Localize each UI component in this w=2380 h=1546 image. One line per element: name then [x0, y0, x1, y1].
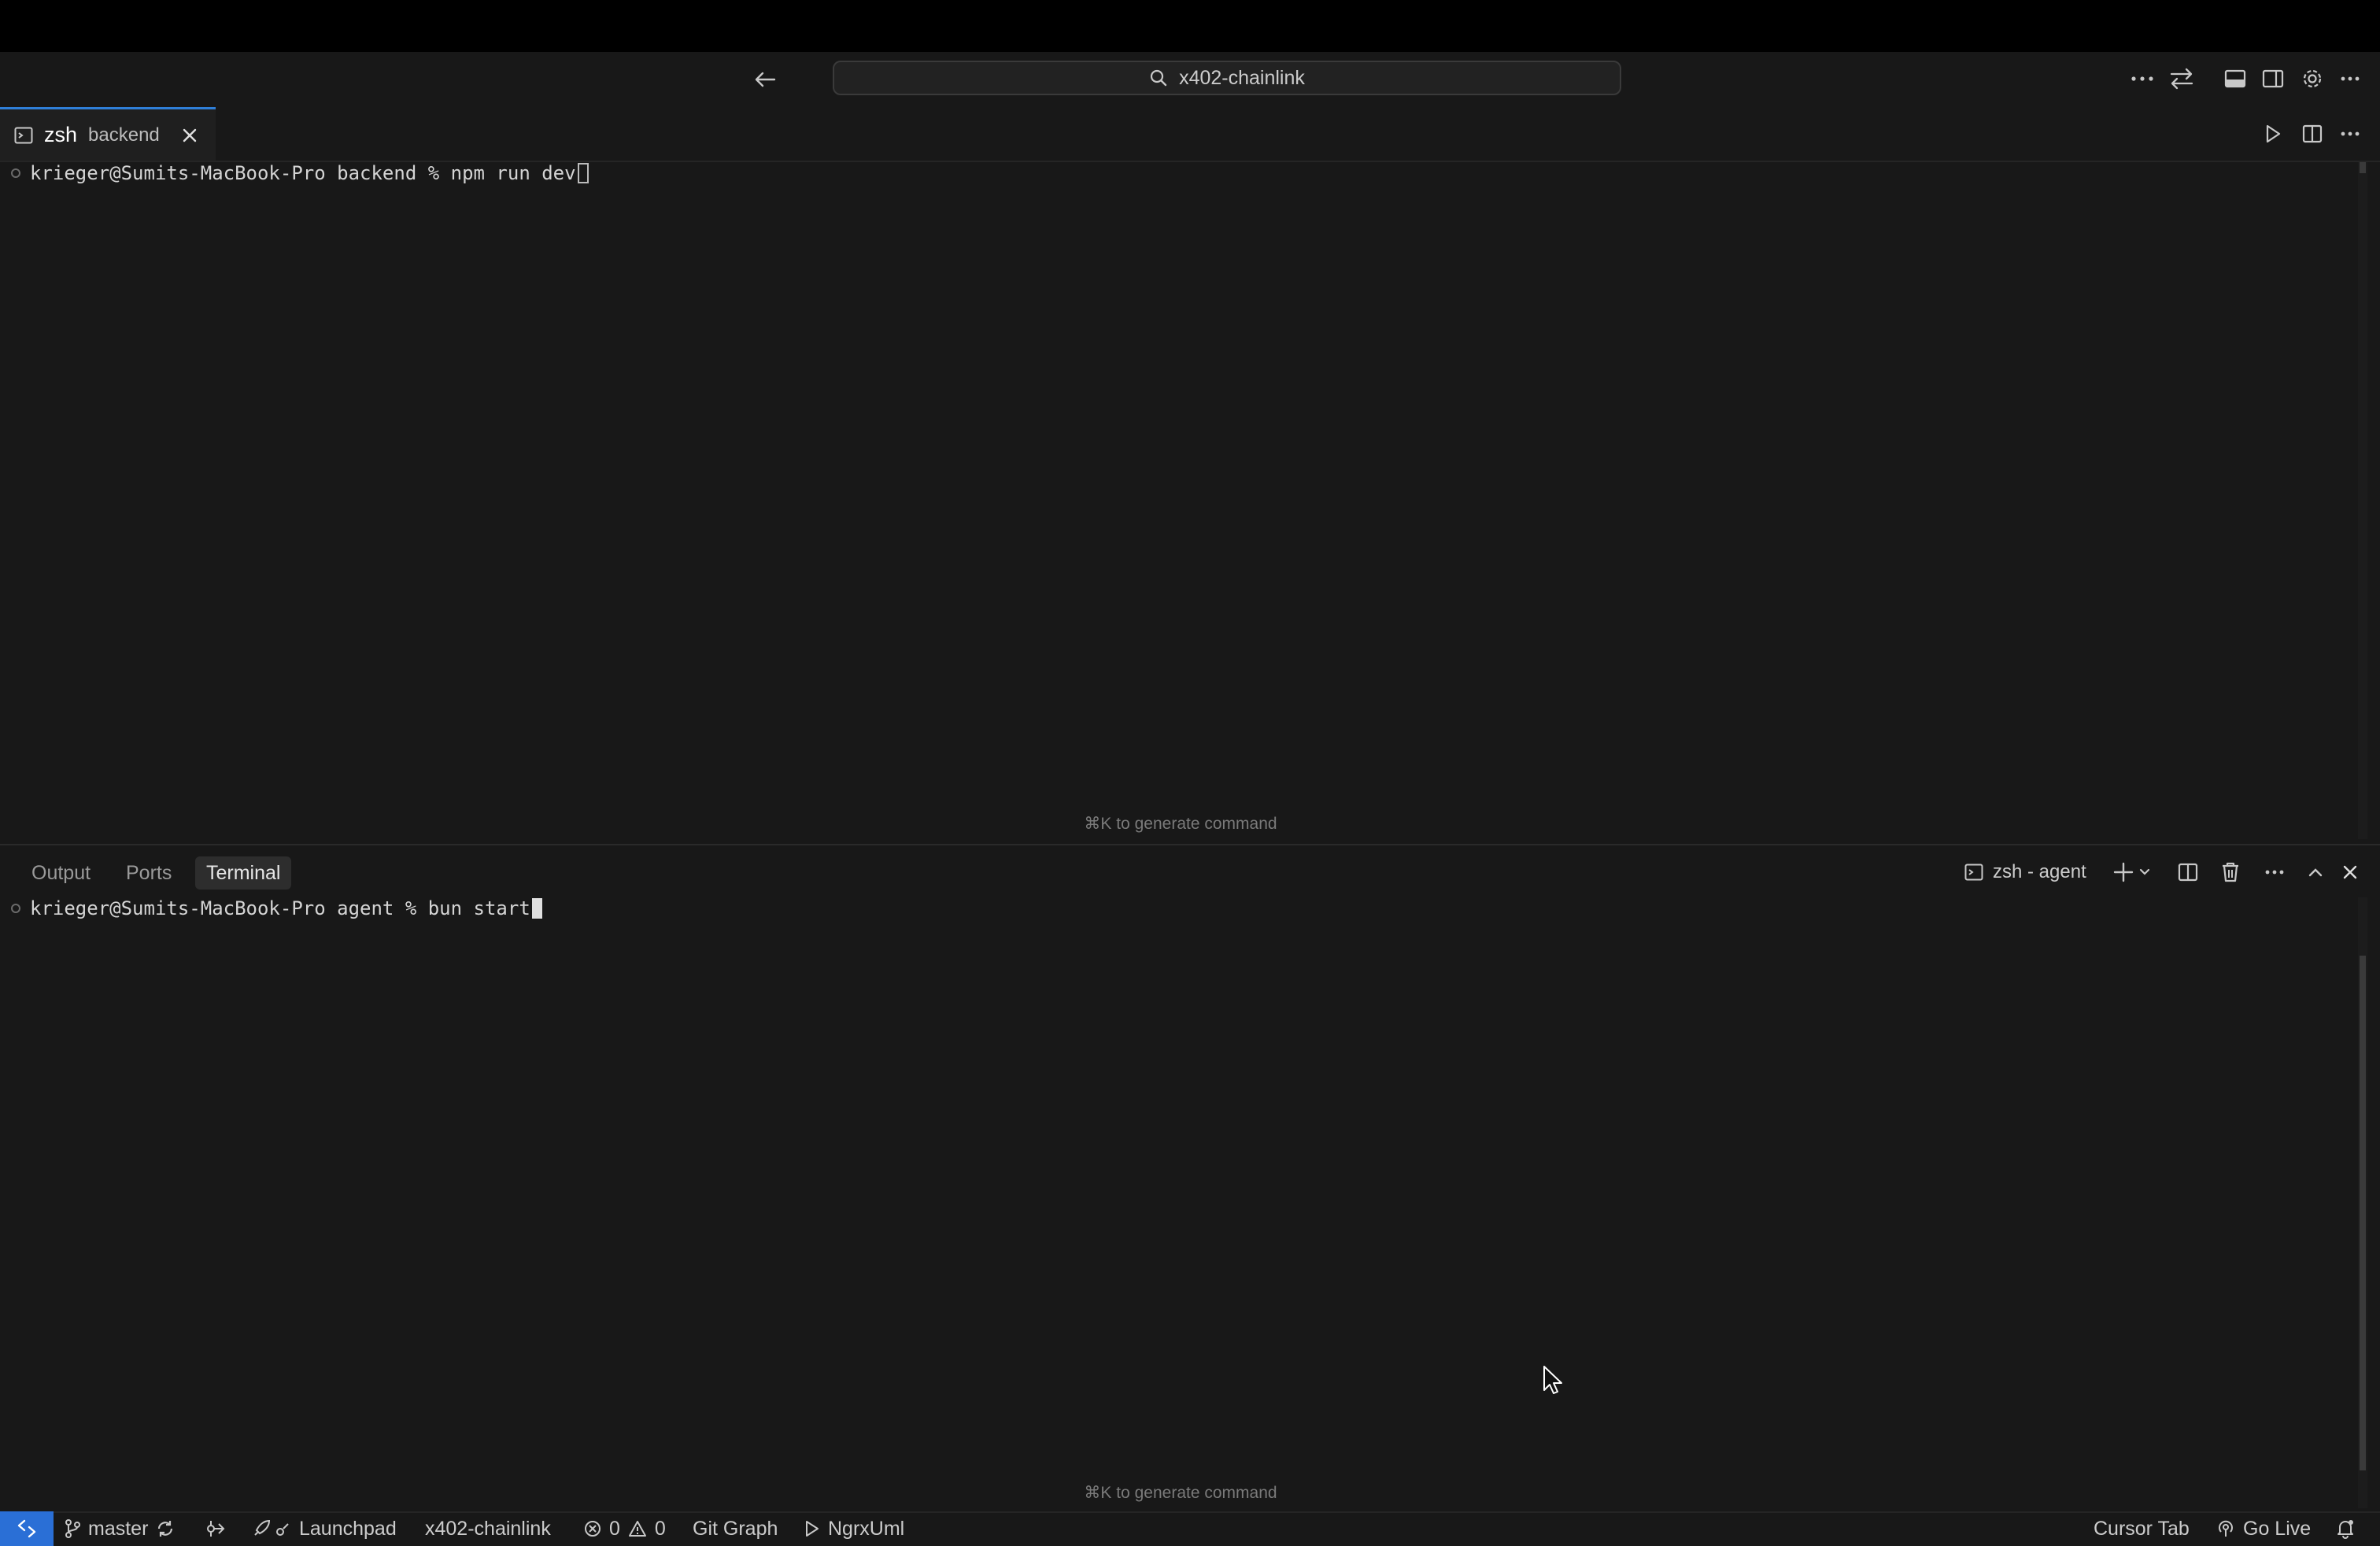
git-graph[interactable]: Git Graph	[693, 1511, 778, 1546]
command-center-search[interactable]: x402-chainlink	[833, 61, 1621, 95]
toggle-panel-icon[interactable]	[2219, 63, 2251, 94]
terminal-icon	[1964, 864, 1983, 881]
git-commit-icon	[205, 1519, 225, 1538]
chevron-up-icon[interactable]	[2300, 856, 2331, 888]
editor-terminal-line: krieger@Sumits-MacBook-Pro backend % npm…	[0, 161, 589, 186]
command-status-circle-icon	[11, 904, 20, 913]
trash-icon[interactable]	[2215, 856, 2246, 888]
rocket-icon	[252, 1519, 291, 1538]
split-terminal-icon[interactable]	[2172, 856, 2204, 888]
notifications[interactable]	[2336, 1511, 2355, 1546]
run-icon[interactable]	[2257, 118, 2289, 150]
go-live-label: Go Live	[2243, 1517, 2312, 1540]
toggle-sidebar-icon[interactable]	[2257, 63, 2289, 94]
mouse-pointer-icon	[1543, 1365, 1563, 1395]
editor-scrollbar[interactable]	[2358, 162, 2367, 839]
cursor-tab[interactable]: Cursor Tab	[2094, 1511, 2190, 1546]
more-icon[interactable]	[2334, 63, 2366, 94]
terminal-cursor	[531, 898, 542, 919]
git-branch[interactable]: master	[65, 1511, 175, 1546]
tab-description: backend	[88, 124, 160, 146]
chevron-down-icon[interactable]	[2134, 856, 2155, 888]
editor-scrollbar-thumb[interactable]	[2360, 162, 2366, 173]
remote-indicator-button[interactable]	[0, 1511, 54, 1546]
terminal-cursor	[577, 163, 589, 183]
gear-icon[interactable]	[2297, 63, 2328, 94]
editor-tab-strip	[0, 107, 2380, 162]
tab-zsh-backend[interactable]: zsh backend	[0, 107, 216, 161]
git-branch-icon	[65, 1519, 80, 1538]
tab-output[interactable]: Output	[20, 856, 102, 890]
ngrx-uml[interactable]: NgrxUml	[804, 1511, 904, 1546]
search-text: x402-chainlink	[1179, 66, 1305, 89]
swap-arrows-icon[interactable]	[2166, 63, 2197, 94]
editor-more-icon[interactable]	[2334, 118, 2366, 150]
git-graph-label: Git Graph	[693, 1517, 778, 1540]
editor-terminal[interactable]	[0, 162, 2361, 839]
cursor-tab-label: Cursor Tab	[2094, 1517, 2190, 1540]
split-editor-icon[interactable]	[2297, 118, 2328, 150]
terminal-selector-label: zsh - agent	[1993, 861, 2086, 882]
tab-ports[interactable]: Ports	[115, 856, 183, 890]
warning-count: 0	[654, 1517, 666, 1540]
close-icon[interactable]	[182, 128, 198, 143]
command-status-circle-icon	[11, 168, 20, 178]
gitlens-item[interactable]	[205, 1511, 225, 1546]
panel-more-icon[interactable]	[2259, 856, 2290, 888]
panel-terminal-line: krieger@Sumits-MacBook-Pro agent % bun s…	[0, 896, 542, 921]
bell-icon	[2336, 1518, 2355, 1539]
panel-command-text: krieger@Sumits-MacBook-Pro agent % bun s…	[30, 897, 530, 919]
error-count: 0	[609, 1517, 620, 1540]
tab-name: zsh	[44, 123, 78, 146]
tab-terminal[interactable]: Terminal	[195, 856, 292, 890]
terminal-icon	[14, 127, 33, 144]
broadcast-icon	[2216, 1519, 2235, 1538]
back-arrow-icon[interactable]	[748, 65, 782, 94]
more-actions-icon[interactable]	[2127, 63, 2158, 94]
close-panel-icon[interactable]	[2334, 856, 2366, 888]
panel-generate-hint: ⌘K to generate command	[1084, 1484, 1277, 1502]
play-icon	[804, 1520, 820, 1537]
launchpad-label: Launchpad	[299, 1517, 397, 1540]
branch-name: master	[88, 1517, 149, 1540]
search-icon	[1149, 68, 1168, 87]
editor-generate-hint: ⌘K to generate command	[1084, 815, 1277, 833]
launchpad[interactable]: Launchpad	[252, 1511, 397, 1546]
editor-command-text: krieger@Sumits-MacBook-Pro backend % npm…	[30, 162, 576, 184]
workspace-name[interactable]: x402-chainlink	[425, 1511, 551, 1546]
error-icon	[584, 1520, 601, 1537]
sync-icon[interactable]	[156, 1519, 175, 1538]
window-top-bar	[0, 0, 2380, 52]
go-live[interactable]: Go Live	[2216, 1511, 2311, 1546]
warning-icon	[628, 1520, 647, 1537]
panel-scrollbar-thumb[interactable]	[2360, 956, 2366, 1470]
problems-indicator[interactable]: 0 0	[584, 1511, 666, 1546]
ngrx-label: NgrxUml	[828, 1517, 905, 1540]
terminal-selector[interactable]: zsh - agent	[1964, 856, 2086, 888]
workspace-label: x402-chainlink	[425, 1517, 551, 1540]
